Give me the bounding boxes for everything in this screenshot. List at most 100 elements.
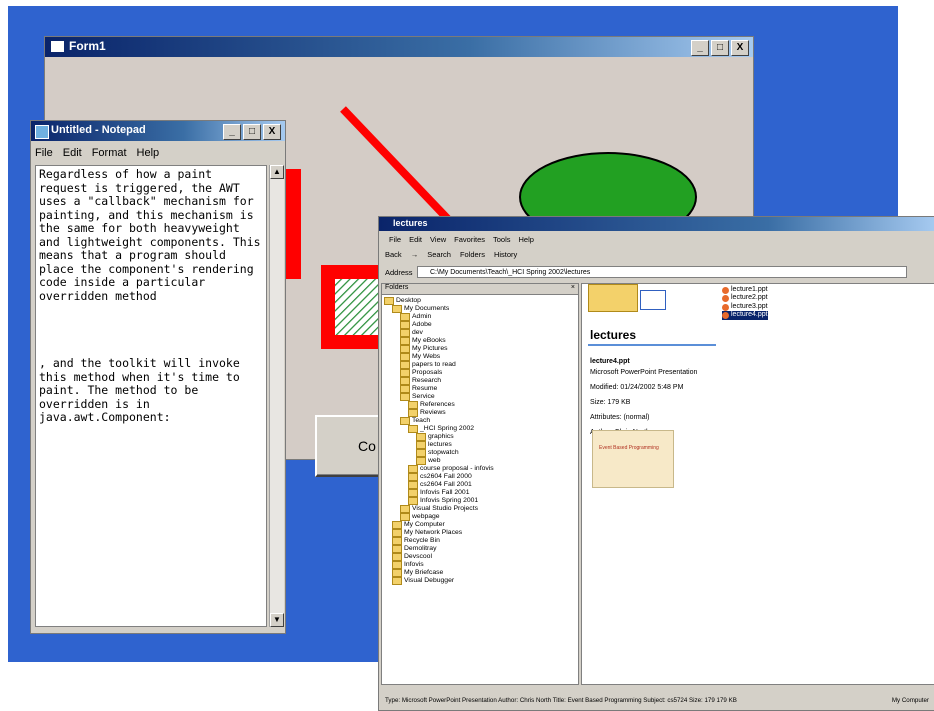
tree-item-label: Visual Studio Projects xyxy=(412,505,478,513)
tree-item[interactable]: Infovis xyxy=(382,561,578,569)
tree-item[interactable]: Proposals xyxy=(382,369,578,377)
status-location: My Computer xyxy=(891,697,929,704)
menu-edit[interactable]: Edit xyxy=(409,235,422,244)
explorer-toolbar: Back → Search Folders History xyxy=(385,250,517,259)
explorer-window[interactable]: lectures File Edit View Favorites Tools … xyxy=(378,216,934,711)
back-button[interactable]: Back xyxy=(385,250,402,259)
file-item[interactable]: lecture1.ppt xyxy=(722,286,768,294)
form1-title-bar[interactable]: Form1 _ □ X xyxy=(45,37,753,57)
detail-line: Attributes: (normal) xyxy=(590,414,650,421)
folder-icon xyxy=(408,465,418,473)
file-item[interactable]: lecture3.ppt xyxy=(722,303,768,311)
tree-item-label: My Documents xyxy=(404,305,450,313)
notepad-title-bar[interactable]: Untitled - Notepad _ □ X xyxy=(31,121,285,141)
vertical-scrollbar[interactable]: ▲ ▼ xyxy=(269,165,284,627)
folder-icon xyxy=(400,505,410,513)
close-button[interactable]: X xyxy=(731,40,749,56)
menu-help[interactable]: Help xyxy=(137,147,160,159)
tree-item[interactable]: Adobe xyxy=(382,321,578,329)
tree-item[interactable]: My Pictures xyxy=(382,345,578,353)
tree-item[interactable]: dev xyxy=(382,329,578,337)
menu-view[interactable]: View xyxy=(430,235,446,244)
tree-item[interactable]: Recycle Bin xyxy=(382,537,578,545)
tree-item[interactable]: Infovis Fall 2001 xyxy=(382,489,578,497)
tree-item[interactable]: lectures xyxy=(382,441,578,449)
tree-item[interactable]: Visual Studio Projects xyxy=(382,505,578,513)
tree-item[interactable]: Reviews xyxy=(382,409,578,417)
tree-item[interactable]: Infovis Spring 2001 xyxy=(382,497,578,505)
tree-item[interactable]: webpage xyxy=(382,513,578,521)
tree-item[interactable]: My Webs xyxy=(382,353,578,361)
folder-icon xyxy=(400,337,410,345)
menu-help[interactable]: Help xyxy=(519,235,534,244)
tree-item-label: My Pictures xyxy=(412,345,448,353)
close-button[interactable]: X xyxy=(263,124,281,140)
menu-favorites[interactable]: Favorites xyxy=(454,235,485,244)
folder-icon xyxy=(384,297,394,305)
tree-item[interactable]: _HCI Spring 2002 xyxy=(382,425,578,433)
forward-button[interactable]: → xyxy=(411,250,419,259)
minimize-button[interactable]: _ xyxy=(691,40,709,56)
tree-item[interactable]: My Computer xyxy=(382,521,578,529)
tree-item[interactable]: My eBooks xyxy=(382,337,578,345)
menu-file[interactable]: File xyxy=(35,147,53,159)
tree-item[interactable]: cs2604 Fall 2001 xyxy=(382,481,578,489)
notepad-window[interactable]: Untitled - Notepad _ □ X File Edit Forma… xyxy=(30,120,286,634)
tree-item[interactable]: Devscool xyxy=(382,553,578,561)
status-bar: Type: Microsoft PowerPoint Presentation … xyxy=(381,694,933,708)
address-label: Address xyxy=(385,268,413,277)
tree-item[interactable]: Demolitray xyxy=(382,545,578,553)
maximize-button[interactable]: □ xyxy=(243,124,261,140)
menu-format[interactable]: Format xyxy=(92,147,127,159)
tree-item[interactable]: Desktop xyxy=(382,297,578,305)
tree-item[interactable]: Resume xyxy=(382,385,578,393)
tree-item[interactable]: Visual Debugger xyxy=(382,577,578,585)
tree-item[interactable]: Research xyxy=(382,377,578,385)
folder-icon xyxy=(408,473,418,481)
scroll-up-icon[interactable]: ▲ xyxy=(270,165,284,179)
folder-icon xyxy=(400,417,410,425)
tree-item[interactable]: References xyxy=(382,401,578,409)
tree-item-label: Research xyxy=(412,377,442,385)
search-button[interactable]: Search xyxy=(427,250,451,259)
menu-file[interactable]: File xyxy=(389,235,401,244)
tree-item-label: webpage xyxy=(412,513,440,521)
tree-item[interactable]: papers to read xyxy=(382,361,578,369)
address-field[interactable]: C:\My Documents\Teach\_HCI Spring 2002\l… xyxy=(417,266,907,278)
notepad-text-area[interactable]: Regardless of how a paint request is tri… xyxy=(35,165,267,627)
thumbnail-text: Event Based Programming xyxy=(599,445,659,451)
minimize-button[interactable]: _ xyxy=(223,124,241,140)
tree-item[interactable]: cs2604 Fall 2000 xyxy=(382,473,578,481)
folder-icon xyxy=(392,529,402,537)
menu-tools[interactable]: Tools xyxy=(493,235,511,244)
tree-item[interactable]: My Network Places xyxy=(382,529,578,537)
close-pane-icon[interactable]: × xyxy=(571,284,575,291)
tree-item[interactable]: Teach xyxy=(382,417,578,425)
tree-item[interactable]: My Briefcase xyxy=(382,569,578,577)
tree-item[interactable]: web xyxy=(382,457,578,465)
file-item[interactable]: lecture4.ppt xyxy=(722,311,768,320)
tree-item[interactable]: My Documents xyxy=(382,305,578,313)
maximize-button[interactable]: □ xyxy=(711,40,729,56)
scroll-down-icon[interactable]: ▼ xyxy=(270,613,284,627)
folder-icon xyxy=(416,433,426,441)
tree-item-label: dev xyxy=(412,329,423,337)
folder-icon xyxy=(400,361,410,369)
tree-item[interactable]: course proposal - infovis xyxy=(382,465,578,473)
tree-item[interactable]: stopwatch xyxy=(382,449,578,457)
tree-item-label: Visual Debugger xyxy=(404,577,455,585)
tree-item[interactable]: graphics xyxy=(382,433,578,441)
tree-item-label: cs2604 Fall 2000 xyxy=(420,473,472,481)
folders-button[interactable]: Folders xyxy=(460,250,485,259)
menu-edit[interactable]: Edit xyxy=(63,147,82,159)
folder-icon xyxy=(392,521,402,529)
tree-item[interactable]: Service xyxy=(382,393,578,401)
folder-icon xyxy=(408,497,418,505)
file-details: lecture4.ppt Microsoft PowerPoint Present… xyxy=(590,356,697,438)
explorer-title-bar[interactable]: lectures xyxy=(379,217,934,231)
file-item[interactable]: lecture2.ppt xyxy=(722,294,768,303)
history-button[interactable]: History xyxy=(494,250,517,259)
file-name: lecture4.ppt xyxy=(731,311,768,319)
tree-item[interactable]: Admin xyxy=(382,313,578,321)
tree-item-label: Resume xyxy=(412,385,438,393)
